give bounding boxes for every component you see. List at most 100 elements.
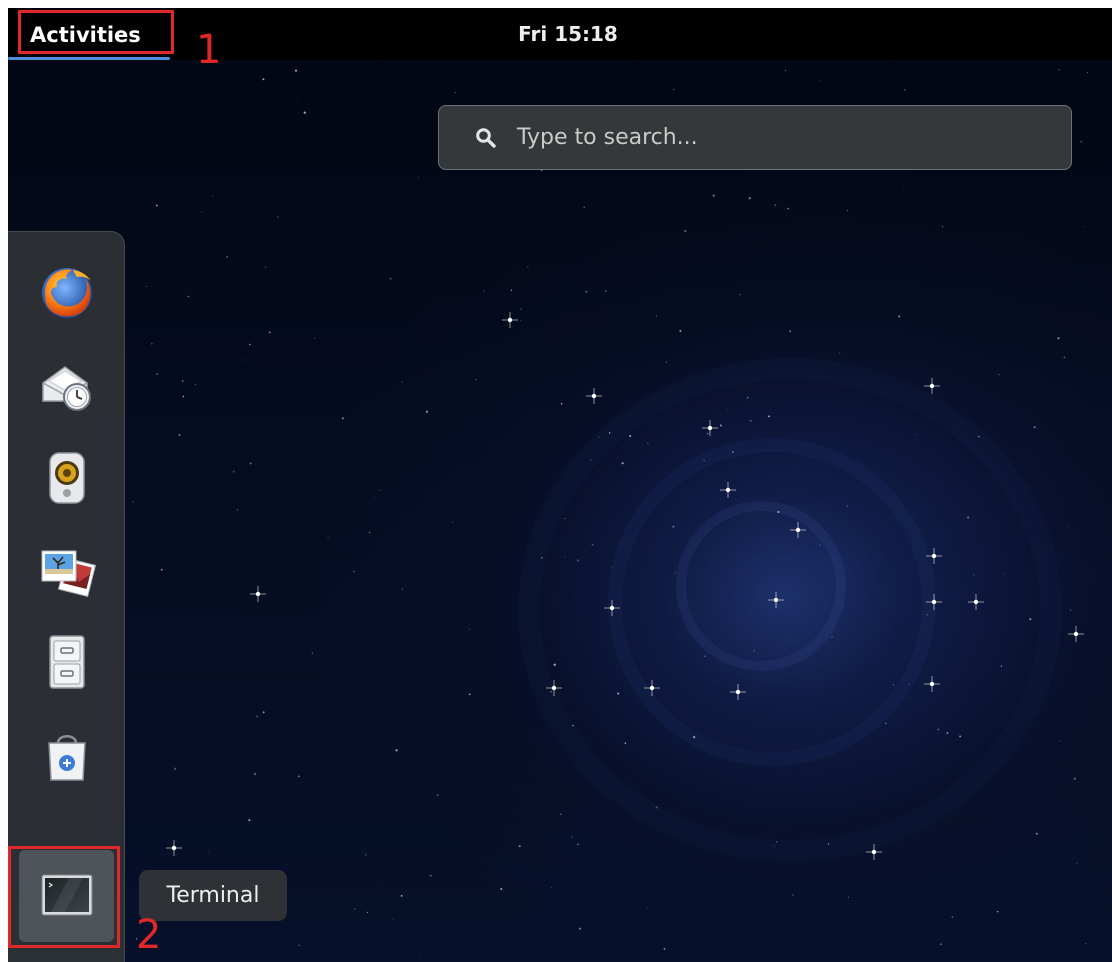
star xyxy=(973,574,975,576)
star xyxy=(589,459,592,461)
star xyxy=(946,732,949,734)
star xyxy=(160,568,163,571)
star xyxy=(232,470,235,473)
star xyxy=(598,436,600,438)
star xyxy=(747,397,749,399)
star xyxy=(327,536,329,539)
star xyxy=(570,836,573,838)
dash-item-files[interactable] xyxy=(19,616,114,708)
dash-item-mail[interactable] xyxy=(19,339,114,431)
search-input[interactable]: Type to search... xyxy=(438,105,1072,170)
star xyxy=(262,78,265,81)
star xyxy=(268,331,271,334)
star xyxy=(1058,68,1060,71)
star xyxy=(226,255,229,258)
star xyxy=(1073,777,1076,780)
star xyxy=(311,652,313,654)
star xyxy=(586,388,602,404)
star xyxy=(540,556,543,559)
star xyxy=(564,556,566,558)
star xyxy=(253,772,257,776)
star xyxy=(924,378,940,394)
star xyxy=(520,308,522,310)
star xyxy=(819,544,821,546)
dash-item-shotwell[interactable] xyxy=(19,524,114,616)
star xyxy=(341,417,344,420)
star xyxy=(926,613,928,616)
star xyxy=(166,840,182,856)
star xyxy=(846,505,848,507)
star xyxy=(564,518,566,520)
speaker-icon xyxy=(48,452,85,504)
star xyxy=(366,911,369,913)
star xyxy=(418,177,420,179)
top-bar: Activities Fri 15:18 xyxy=(8,8,1112,60)
dash-item-rhythmbox[interactable] xyxy=(19,432,114,524)
star xyxy=(647,442,649,444)
star xyxy=(401,381,403,383)
star xyxy=(915,434,917,436)
star xyxy=(730,684,746,700)
tooltip-label: Terminal xyxy=(166,883,260,908)
star xyxy=(1058,740,1060,742)
star xyxy=(298,944,300,946)
star xyxy=(187,295,190,298)
star xyxy=(904,89,906,91)
star xyxy=(249,462,252,465)
star xyxy=(727,409,729,411)
star xyxy=(884,722,887,725)
star xyxy=(572,724,574,727)
star xyxy=(672,525,675,528)
star xyxy=(749,419,752,422)
star xyxy=(429,874,432,877)
star xyxy=(647,906,649,908)
star xyxy=(939,943,943,946)
star xyxy=(1063,356,1066,358)
star xyxy=(937,728,940,731)
star xyxy=(712,194,715,197)
star xyxy=(401,588,403,590)
star xyxy=(194,383,197,386)
dash-item-firefox[interactable] xyxy=(19,247,114,339)
star xyxy=(145,285,147,287)
star xyxy=(866,844,882,860)
star xyxy=(518,845,521,848)
star xyxy=(483,290,485,292)
star xyxy=(520,320,522,321)
dash-item-software[interactable] xyxy=(19,709,114,801)
star xyxy=(644,680,660,696)
star xyxy=(400,894,403,897)
star xyxy=(770,74,772,76)
star xyxy=(846,210,849,212)
star xyxy=(395,749,398,752)
star xyxy=(1033,426,1036,429)
file-cabinet-icon xyxy=(48,635,85,689)
star xyxy=(1029,618,1032,621)
star xyxy=(703,460,705,462)
star xyxy=(739,293,741,296)
star xyxy=(1057,337,1060,340)
clock-label[interactable]: Fri 15:18 xyxy=(518,22,618,46)
star xyxy=(560,813,562,815)
star xyxy=(454,92,456,93)
star xyxy=(768,415,770,418)
mail-clock-icon xyxy=(41,366,91,411)
annotation-number-2: 2 xyxy=(136,912,162,958)
activities-button[interactable]: Activities xyxy=(20,14,175,56)
star xyxy=(790,522,806,538)
star xyxy=(425,410,429,413)
star xyxy=(150,342,153,345)
star xyxy=(364,854,367,856)
star xyxy=(827,843,830,845)
star xyxy=(297,775,300,778)
star xyxy=(1035,832,1038,835)
star xyxy=(297,100,298,102)
activities-underline xyxy=(8,57,170,60)
star xyxy=(553,663,556,666)
star xyxy=(847,896,849,898)
star xyxy=(1068,525,1069,527)
star xyxy=(926,594,942,610)
star xyxy=(436,794,439,796)
dash-item-terminal[interactable] xyxy=(19,850,114,942)
star xyxy=(673,88,675,91)
